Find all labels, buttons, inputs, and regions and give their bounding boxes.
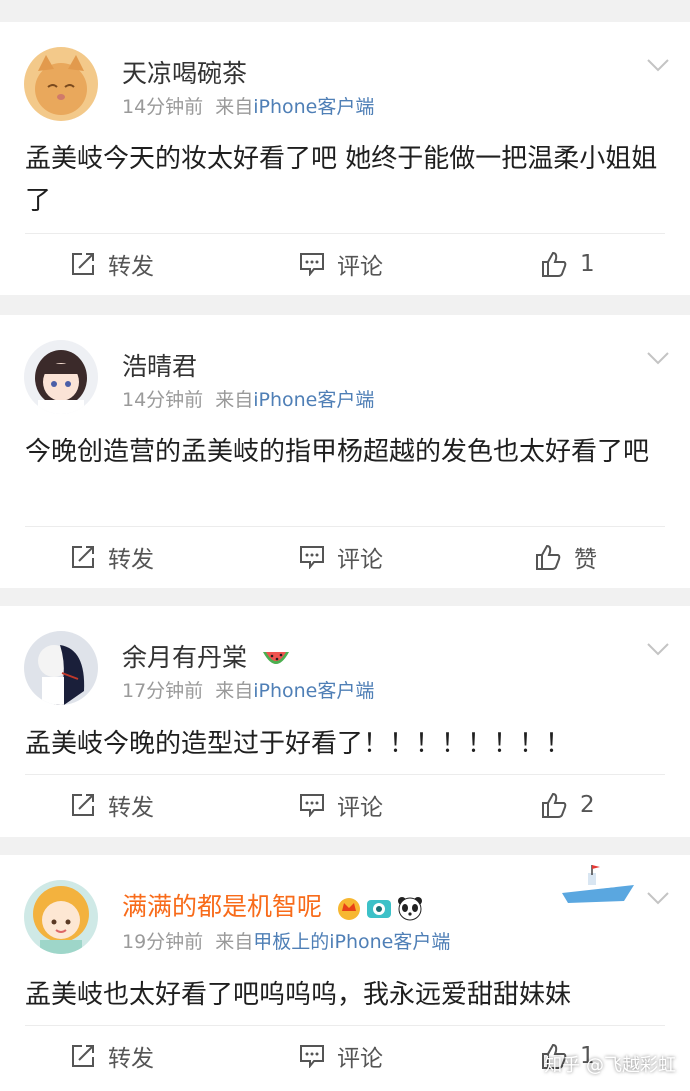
username[interactable]: 余月有丹棠: [122, 638, 291, 674]
post-meta: 14分钟前 来自iPhone客户端: [122, 92, 374, 119]
divider: [25, 233, 665, 234]
like-count: 1: [580, 251, 595, 277]
avatar[interactable]: [24, 631, 98, 705]
repost-icon: [72, 1045, 94, 1067]
dark-figure-avatar-image: [24, 631, 98, 705]
camera-icon: [366, 900, 391, 918]
watermark: 知乎 @飞越彩虹: [544, 1055, 676, 1076]
cat-avatar-image: [24, 47, 98, 121]
post-time: 14分钟前: [122, 389, 204, 411]
source-link[interactable]: 甲板上的iPhone客户端: [253, 931, 450, 953]
comment-button[interactable]: 评论: [299, 785, 383, 825]
chevron-down-icon[interactable]: [646, 58, 670, 72]
source-prefix: 来自: [215, 931, 254, 953]
action-bar: 转发 评论 赞: [0, 537, 690, 577]
post-meta: 17分钟前 来自iPhone客户端: [122, 676, 374, 703]
chevron-down-icon[interactable]: [646, 891, 670, 905]
repost-icon: [72, 546, 94, 568]
action-bar: 转发 评论 1: [0, 244, 690, 284]
comment-label: 评论: [337, 1046, 383, 1072]
username-text: 余月有丹棠: [122, 643, 248, 672]
chevron-down-icon[interactable]: [646, 642, 670, 656]
comment-icon: [300, 794, 324, 817]
comment-button[interactable]: 评论: [299, 537, 383, 577]
like-count: 2: [580, 792, 595, 818]
repost-label: 转发: [108, 254, 154, 280]
panda-icon: [397, 897, 422, 921]
source-link[interactable]: iPhone客户端: [253, 96, 374, 118]
divider: [25, 526, 665, 527]
comment-button[interactable]: 评论: [299, 244, 383, 284]
comment-feed: 天凉喝碗茶 14分钟前 来自iPhone客户端 孟美岐今天的妆太好看了吧 她终于能…: [0, 0, 690, 1091]
comment-text: 孟美岐也太好看了吧呜呜呜，我永远爱甜甜妹妹: [25, 980, 572, 1010]
repost-label: 转发: [108, 1046, 154, 1072]
anime-girl-avatar-image: [24, 340, 98, 414]
repost-label: 转发: [108, 547, 154, 573]
repost-icon: [72, 794, 94, 816]
source-link[interactable]: iPhone客户端: [253, 680, 374, 702]
post-meta: 19分钟前 来自甲板上的iPhone客户端: [122, 927, 450, 954]
repost-button[interactable]: 转发: [70, 785, 154, 825]
repost-button[interactable]: 转发: [70, 1036, 154, 1076]
comment-text: 孟美岐今天的妆太好看了吧 她终于能做一把温柔小姐姐了: [25, 144, 658, 216]
comment-text: 孟美岐今晚的造型过于好看了！！！！！！！！: [25, 729, 572, 759]
watermelon-icon: [262, 652, 289, 664]
username[interactable]: 满满的都是机智呢: [122, 887, 424, 923]
repost-icon: [72, 253, 94, 275]
repost-button[interactable]: 转发: [70, 244, 154, 284]
divider: [25, 774, 665, 775]
username[interactable]: 天凉喝碗茶: [122, 54, 247, 90]
username-text: 满满的都是机智呢: [122, 892, 323, 921]
thumbs-up-icon: [542, 251, 567, 277]
action-bar: 转发 评论 2: [0, 785, 690, 825]
lion-hood-avatar-image: [24, 880, 98, 954]
avatar[interactable]: [24, 880, 98, 954]
thumbs-up-icon: [536, 544, 561, 570]
comment-label: 评论: [337, 795, 383, 821]
avatar[interactable]: [24, 340, 98, 414]
ship-card-decoration-icon: [562, 865, 634, 903]
crown-vip-icon: [337, 898, 360, 920]
comment-text: 今晚创造营的孟美岐的指甲杨超越的发色也太好看了吧: [25, 437, 650, 467]
post-time: 14分钟前: [122, 96, 204, 118]
like-button[interactable]: 2: [540, 785, 595, 825]
comment-card: 浩晴君 14分钟前 来自iPhone客户端 今晚创造营的孟美岐的指甲杨超越的发色也…: [0, 315, 690, 588]
like-button[interactable]: 1: [540, 244, 595, 284]
comment-card: 余月有丹棠 17分钟前 来自iPhone客户端 孟美岐今晚的造型过于好看了！！！！…: [0, 606, 690, 837]
post-time: 19分钟前: [122, 931, 204, 953]
source-prefix: 来自: [215, 389, 254, 411]
thumbs-up-icon: [542, 792, 567, 818]
post-time: 17分钟前: [122, 680, 204, 702]
comment-icon: [300, 1045, 324, 1068]
username[interactable]: 浩晴君: [122, 347, 197, 383]
chevron-down-icon[interactable]: [646, 351, 670, 365]
like-button[interactable]: 赞: [534, 537, 597, 577]
source-link[interactable]: iPhone客户端: [253, 389, 374, 411]
post-meta: 14分钟前 来自iPhone客户端: [122, 385, 374, 412]
source-prefix: 来自: [215, 680, 254, 702]
source-prefix: 来自: [215, 96, 254, 118]
comment-card: 天凉喝碗茶 14分钟前 来自iPhone客户端 孟美岐今天的妆太好看了吧 她终于能…: [0, 22, 690, 295]
comment-icon: [300, 253, 324, 276]
comment-icon: [300, 546, 324, 569]
comment-label: 评论: [337, 254, 383, 280]
repost-label: 转发: [108, 795, 154, 821]
avatar[interactable]: [24, 47, 98, 121]
divider: [25, 1025, 665, 1026]
comment-label: 评论: [337, 547, 383, 573]
repost-button[interactable]: 转发: [70, 537, 154, 577]
comment-button[interactable]: 评论: [299, 1036, 383, 1076]
like-label: 赞: [574, 547, 597, 573]
